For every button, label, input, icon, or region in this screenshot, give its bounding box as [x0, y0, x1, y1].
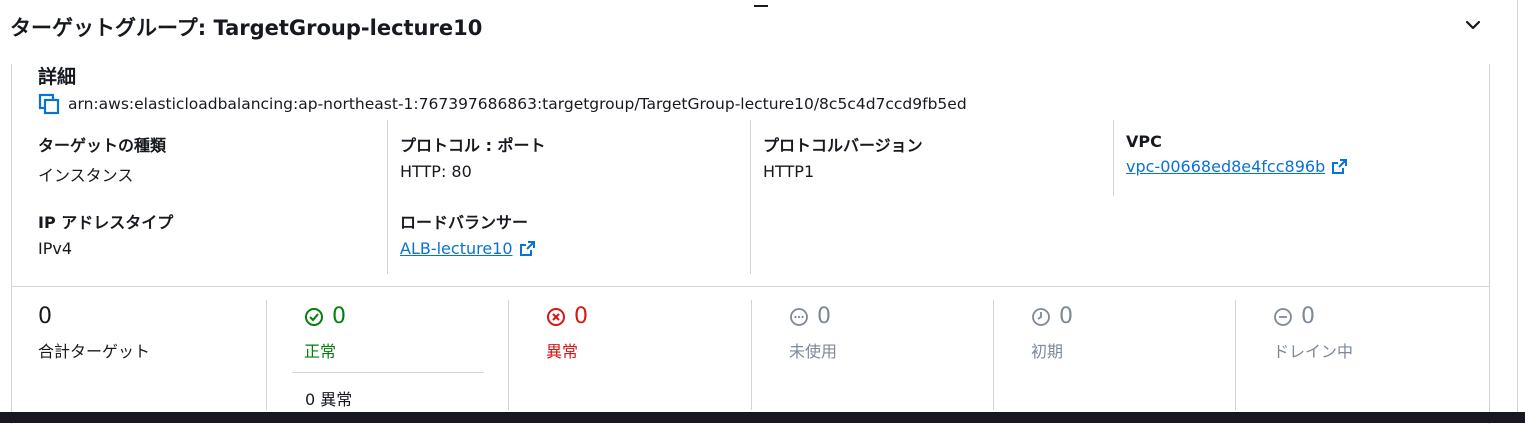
stat-healthy: 0 正常	[304, 304, 346, 362]
collapse-button[interactable]	[1462, 14, 1484, 36]
load-balancer-link-text: ALB-lecture10	[400, 239, 513, 258]
field-vpc: VPC vpc-00668ed8e4fcc896b	[1126, 132, 1348, 176]
vpc-link[interactable]: vpc-00668ed8e4fcc896b	[1126, 157, 1348, 176]
stat-divider	[751, 300, 752, 410]
stat-value: 0	[1273, 304, 1353, 329]
chevron-down-icon	[1465, 20, 1481, 30]
field-value: HTTP: 80	[400, 162, 472, 181]
copy-icon[interactable]	[38, 93, 60, 115]
x-circle-icon	[547, 307, 565, 326]
stat-healthy-sub: 0 異常	[305, 390, 353, 409]
field-value: インスタンス	[38, 166, 134, 185]
field-protocol-version: プロトコルバージョン HTTP1	[763, 132, 923, 181]
stat-label: ドレイン中	[1273, 342, 1354, 361]
stat-unhealthy: 0 異常	[546, 304, 588, 362]
stat-number: 0	[1301, 304, 1315, 329]
field-label: ターゲットの種類	[38, 136, 167, 155]
arn-value: arn:aws:elasticloadbalancing:ap-northeas…	[68, 95, 967, 113]
stat-number: 0	[1059, 304, 1073, 329]
field-label: ロードバランサー	[400, 213, 529, 232]
stat-value: 0	[38, 304, 150, 329]
stat-label: 未使用	[789, 342, 838, 361]
stat-draining: 0 ドレイン中	[1273, 304, 1353, 362]
bottom-bar	[0, 412, 1525, 423]
field-protocol-port: プロトコル : ポート HTTP: 80	[400, 132, 546, 181]
stat-value: 0	[304, 304, 346, 329]
scroll-edge	[1517, 0, 1518, 423]
stat-number: 0	[38, 304, 52, 329]
top-divider-handle	[754, 5, 768, 7]
minus-circle-icon	[1274, 307, 1292, 326]
stat-sub-divider	[292, 372, 484, 373]
stat-number: 0	[332, 304, 346, 329]
clock-icon	[1032, 307, 1050, 326]
stat-total: 0 合計ターゲット	[38, 304, 150, 362]
dots-circle-icon	[790, 307, 808, 326]
field-label: IP アドレスタイプ	[38, 213, 174, 232]
field-label: VPC	[1126, 132, 1162, 151]
stat-divider	[508, 300, 509, 410]
section-divider	[11, 286, 1490, 287]
stat-number: 0	[574, 304, 588, 329]
load-balancer-link[interactable]: ALB-lecture10	[400, 239, 536, 258]
field-load-balancer: ロードバランサー ALB-lecture10	[400, 209, 536, 258]
section-title: 詳細	[38, 66, 77, 88]
check-circle-icon	[305, 307, 323, 326]
field-target-type: ターゲットの種類 インスタンス	[38, 132, 166, 186]
stat-divider	[266, 300, 267, 410]
stat-value: 0	[1031, 304, 1073, 329]
field-label: プロトコル : ポート	[400, 136, 546, 155]
field-label: プロトコルバージョン	[763, 136, 923, 155]
stat-divider	[993, 300, 994, 410]
external-link-icon	[519, 241, 535, 256]
stat-label: 初期	[1031, 342, 1064, 361]
vpc-link-text: vpc-00668ed8e4fcc896b	[1126, 157, 1326, 176]
stat-number: 0	[817, 304, 831, 329]
stat-divider	[1235, 300, 1236, 410]
stat-value: 0	[546, 304, 588, 329]
field-ip-address-type: IP アドレスタイプ IPv4	[38, 209, 173, 258]
stat-label: 正常	[304, 342, 337, 361]
column-divider	[750, 120, 751, 274]
stat-label: 異常	[546, 342, 579, 361]
stat-initial: 0 初期	[1031, 304, 1073, 362]
column-divider	[387, 120, 388, 274]
field-value: HTTP1	[763, 162, 815, 181]
stat-value: 0	[789, 304, 837, 329]
stat-label: 合計ターゲット	[38, 342, 151, 361]
column-divider	[1113, 120, 1114, 196]
arn-row: arn:aws:elasticloadbalancing:ap-northeas…	[38, 92, 967, 116]
field-value: IPv4	[38, 239, 73, 258]
stat-unused: 0 未使用	[789, 304, 837, 362]
external-link-icon	[1332, 159, 1348, 174]
page-title: ターゲットグループ: TargetGroup-lecture10	[10, 16, 483, 40]
